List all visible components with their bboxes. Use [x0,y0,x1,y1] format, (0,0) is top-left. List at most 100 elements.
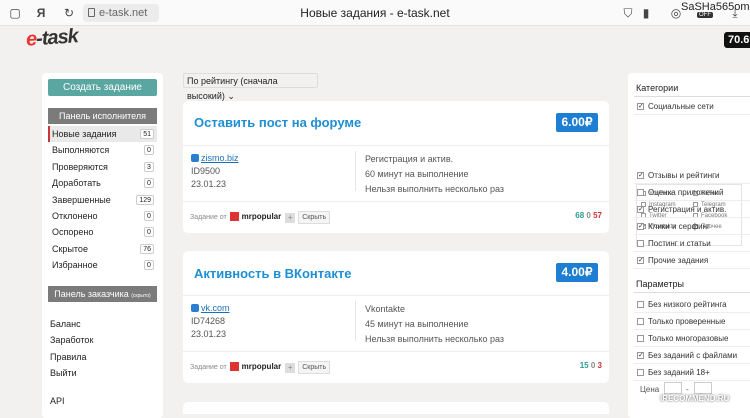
task-details: Регистрация и актив. 60 минут на выполне… [365,152,504,197]
param-no-low-rating[interactable]: Без низкого рейтинга [634,297,750,313]
task-repeat: Нельзя выполнить несколько раз [365,334,504,344]
sidebar-item-rejected[interactable]: Отклонено 0 [48,208,157,224]
count-badge: 0 [144,211,154,221]
etask-logo[interactable]: e-task [25,25,78,52]
link-logout[interactable]: Выйти [50,368,77,378]
task-date: 23.01.23 [191,329,227,339]
task-footer: Задание от mrpopular + Скрыть [190,360,331,375]
browser-toolbar: ▢ Я ↻ e-task.net Новые задания - e-task.… [0,0,750,26]
link-rules[interactable]: Правила [50,352,87,362]
off-badge: OFF [697,12,713,18]
task-duration: 60 минут на выполнение [365,169,469,179]
author-logo-icon [229,362,239,371]
hide-button[interactable]: Скрыть [298,361,331,374]
task-id: ID9500 [191,166,221,176]
price-max-input[interactable] [694,382,712,394]
divider [634,292,750,293]
sort-select[interactable]: По рейтингу (сначала высокий) ⌄ [183,73,318,101]
site-favicon-icon [191,154,199,162]
param-no-adult[interactable]: Без заданий 18+ [634,365,750,381]
sidebar-item-checking[interactable]: Проверяются 3 [48,159,157,175]
task-title[interactable]: Оставить пост на форуме [194,115,361,130]
task-details: Vkontakte 45 минут на выполнение Нельзя … [365,302,504,347]
categories-title: Категории [636,83,679,93]
sidebar-item-favorites[interactable]: Избранное 0 [48,257,157,273]
task-category: Регистрация и актив. [365,154,454,164]
shield-icon[interactable]: ⛉ [622,4,634,22]
count-badge: 0 [144,145,154,155]
count-badge: 3 [144,162,154,172]
task-footer: Задание от mrpopular + Скрыть [190,210,331,225]
task-date: 23.01.23 [191,179,227,189]
price-separator: - [686,385,689,394]
watermark: IRECOMMEND.RU [660,394,730,403]
right-filter-panel: Категории ✓ Социальные сети YouTube TikTo… [628,73,750,418]
task-id: ID74268 [191,316,226,326]
divider [355,301,356,341]
sidebar-item-completed[interactable]: Завершенные 129 [48,192,157,208]
count-badge: 76 [140,244,154,254]
task-card [183,402,609,414]
params-title: Параметры [636,279,684,289]
task-repeat: Нельзя выполнить несколько раз [365,184,504,194]
price-filter-label: Цена [640,385,660,394]
filter-registration[interactable]: ✓ Регистрация и актив. [634,202,750,218]
task-price: 4.00₽ [556,263,598,282]
divider [355,151,356,191]
divider [183,351,609,352]
sidebar-item-rework[interactable]: Доработать 0 [48,175,157,191]
task-stats: 15 0 3 [579,361,602,370]
sidebar-item-running[interactable]: Выполняются 0 [48,142,157,158]
count-badge: 51 [140,129,154,139]
task-stats: 68 0 57 [575,211,602,220]
filter-posting[interactable]: Постинг и статьи [634,236,750,252]
hide-button[interactable]: Скрыть [298,211,331,224]
divider [183,145,609,146]
customer-panel-header[interactable]: Панель заказчика (скрыто) [48,286,157,302]
task-price: 6.00₽ [556,113,598,132]
filter-reviews[interactable]: ✓ Отзывы и рейтинги [634,168,750,184]
param-no-files[interactable]: ✓ Без заданий с файлами [634,348,750,364]
bookmark-icon[interactable]: ▮ [640,4,652,22]
link-earnings[interactable]: Заработок [50,335,93,345]
task-card: Активность в ВКонтакте 4.00₽ vk.com ID74… [183,251,609,383]
chevron-down-icon: ⌄ [227,91,235,101]
count-badge: 129 [136,195,154,205]
task-category: Vkontakte [365,304,406,314]
task-title[interactable]: Активность в ВКонтакте [194,266,352,281]
task-author[interactable]: mrpopular [242,362,282,371]
sidebar-item-disputed[interactable]: Оспорено 0 [48,224,157,240]
filter-other-tasks[interactable]: ✓ Прочие задания [634,253,750,269]
page-title: Новые задания - e-task.net [300,6,450,20]
task-site-link[interactable]: vk.com [191,302,230,315]
count-badge: 0 [144,178,154,188]
filter-app-rating[interactable]: Оценка приложений [634,185,750,201]
balance-badge[interactable]: 70.69 [724,32,750,48]
link-balance[interactable]: Баланс [50,319,81,329]
sidebar-item-new[interactable]: Новые задания 51 [48,126,157,142]
param-reusable-only[interactable]: Только многоразовые [634,331,750,347]
filter-social[interactable]: ✓ Социальные сети [634,99,750,115]
vk-icon [191,304,199,312]
task-duration: 45 минут на выполнение [365,319,469,329]
task-meta: vk.com ID74268 23.01.23 [191,302,230,341]
price-min-input[interactable] [664,382,682,394]
count-badge: 0 [144,227,154,237]
filter-clicks[interactable]: ✓ Клики и серфинг [634,219,750,235]
link-api[interactable]: API [50,396,65,406]
task-site-link[interactable]: zismo.biz [191,152,239,165]
count-badge: 0 [144,260,154,270]
author-logo-icon [229,212,239,221]
create-task-button[interactable]: Создать задание [48,79,157,96]
executor-panel-header: Панель исполнителя [48,108,157,124]
checkbox[interactable]: ✓ [637,103,644,110]
add-favorite-button[interactable]: + [285,213,296,223]
left-sidebar: Создать задание Панель исполнителя Новые… [42,73,163,418]
divider [183,201,609,202]
param-verified-only[interactable]: Только проверенные [634,314,750,330]
add-favorite-button[interactable]: + [285,363,296,373]
task-author[interactable]: mrpopular [242,212,282,221]
task-meta: zismo.biz ID9500 23.01.23 [191,152,239,191]
download-icon[interactable]: ⤓ [728,4,742,22]
sidebar-item-hidden[interactable]: Скрытое 76 [48,241,157,257]
